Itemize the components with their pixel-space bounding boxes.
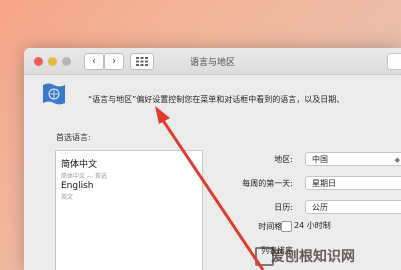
preferred-languages-label: 首选语言: [56,133,91,142]
language-name: English [61,181,94,191]
language-item[interactable]: 简体中文 简体中文 — 首选 [61,157,107,180]
title-bar: ‹ › 语言与地区 [24,48,401,75]
language-subtitle: 英文 [61,194,74,201]
time-format-checkbox[interactable] [281,221,292,232]
search-field[interactable] [387,53,401,70]
calendar-value: 公历 [312,203,328,212]
flag-icon [43,83,65,105]
time-format-value: 24 小时制 [294,221,331,230]
language-list[interactable]: 简体中文 简体中文 — 首选 English 英文 [55,150,203,270]
region-popup[interactable]: 中国 ◆ [305,152,401,166]
description-text: “语言与地区”偏好设置控制您在菜单和对话框中看到的语言，以及日期、 [88,95,345,104]
region-value: 中国 [312,155,328,164]
calendar-label: 日历: [274,203,293,212]
window-title: 语言与地区 [189,58,235,68]
language-name: 简体中文 [61,160,98,170]
first-day-popup[interactable]: 星期日 [305,176,401,190]
watermark-text: 爱刨根知识网 [271,249,355,265]
language-item[interactable]: English 英文 [61,181,94,201]
first-day-label: 每周的第一天: [242,179,293,188]
preferences-window: ‹ › 语言与地区 “语言与地区”偏好设置控制您在菜单和对话框中看到的语言，以及… [24,48,401,270]
calendar-popup[interactable]: 公历 [305,200,401,214]
chevron-icon: ◆ [394,156,400,164]
region-label: 地区: [274,155,293,164]
language-subtitle: 简体中文 — 首选 [61,173,107,180]
first-day-value: 星期日 [312,179,336,188]
